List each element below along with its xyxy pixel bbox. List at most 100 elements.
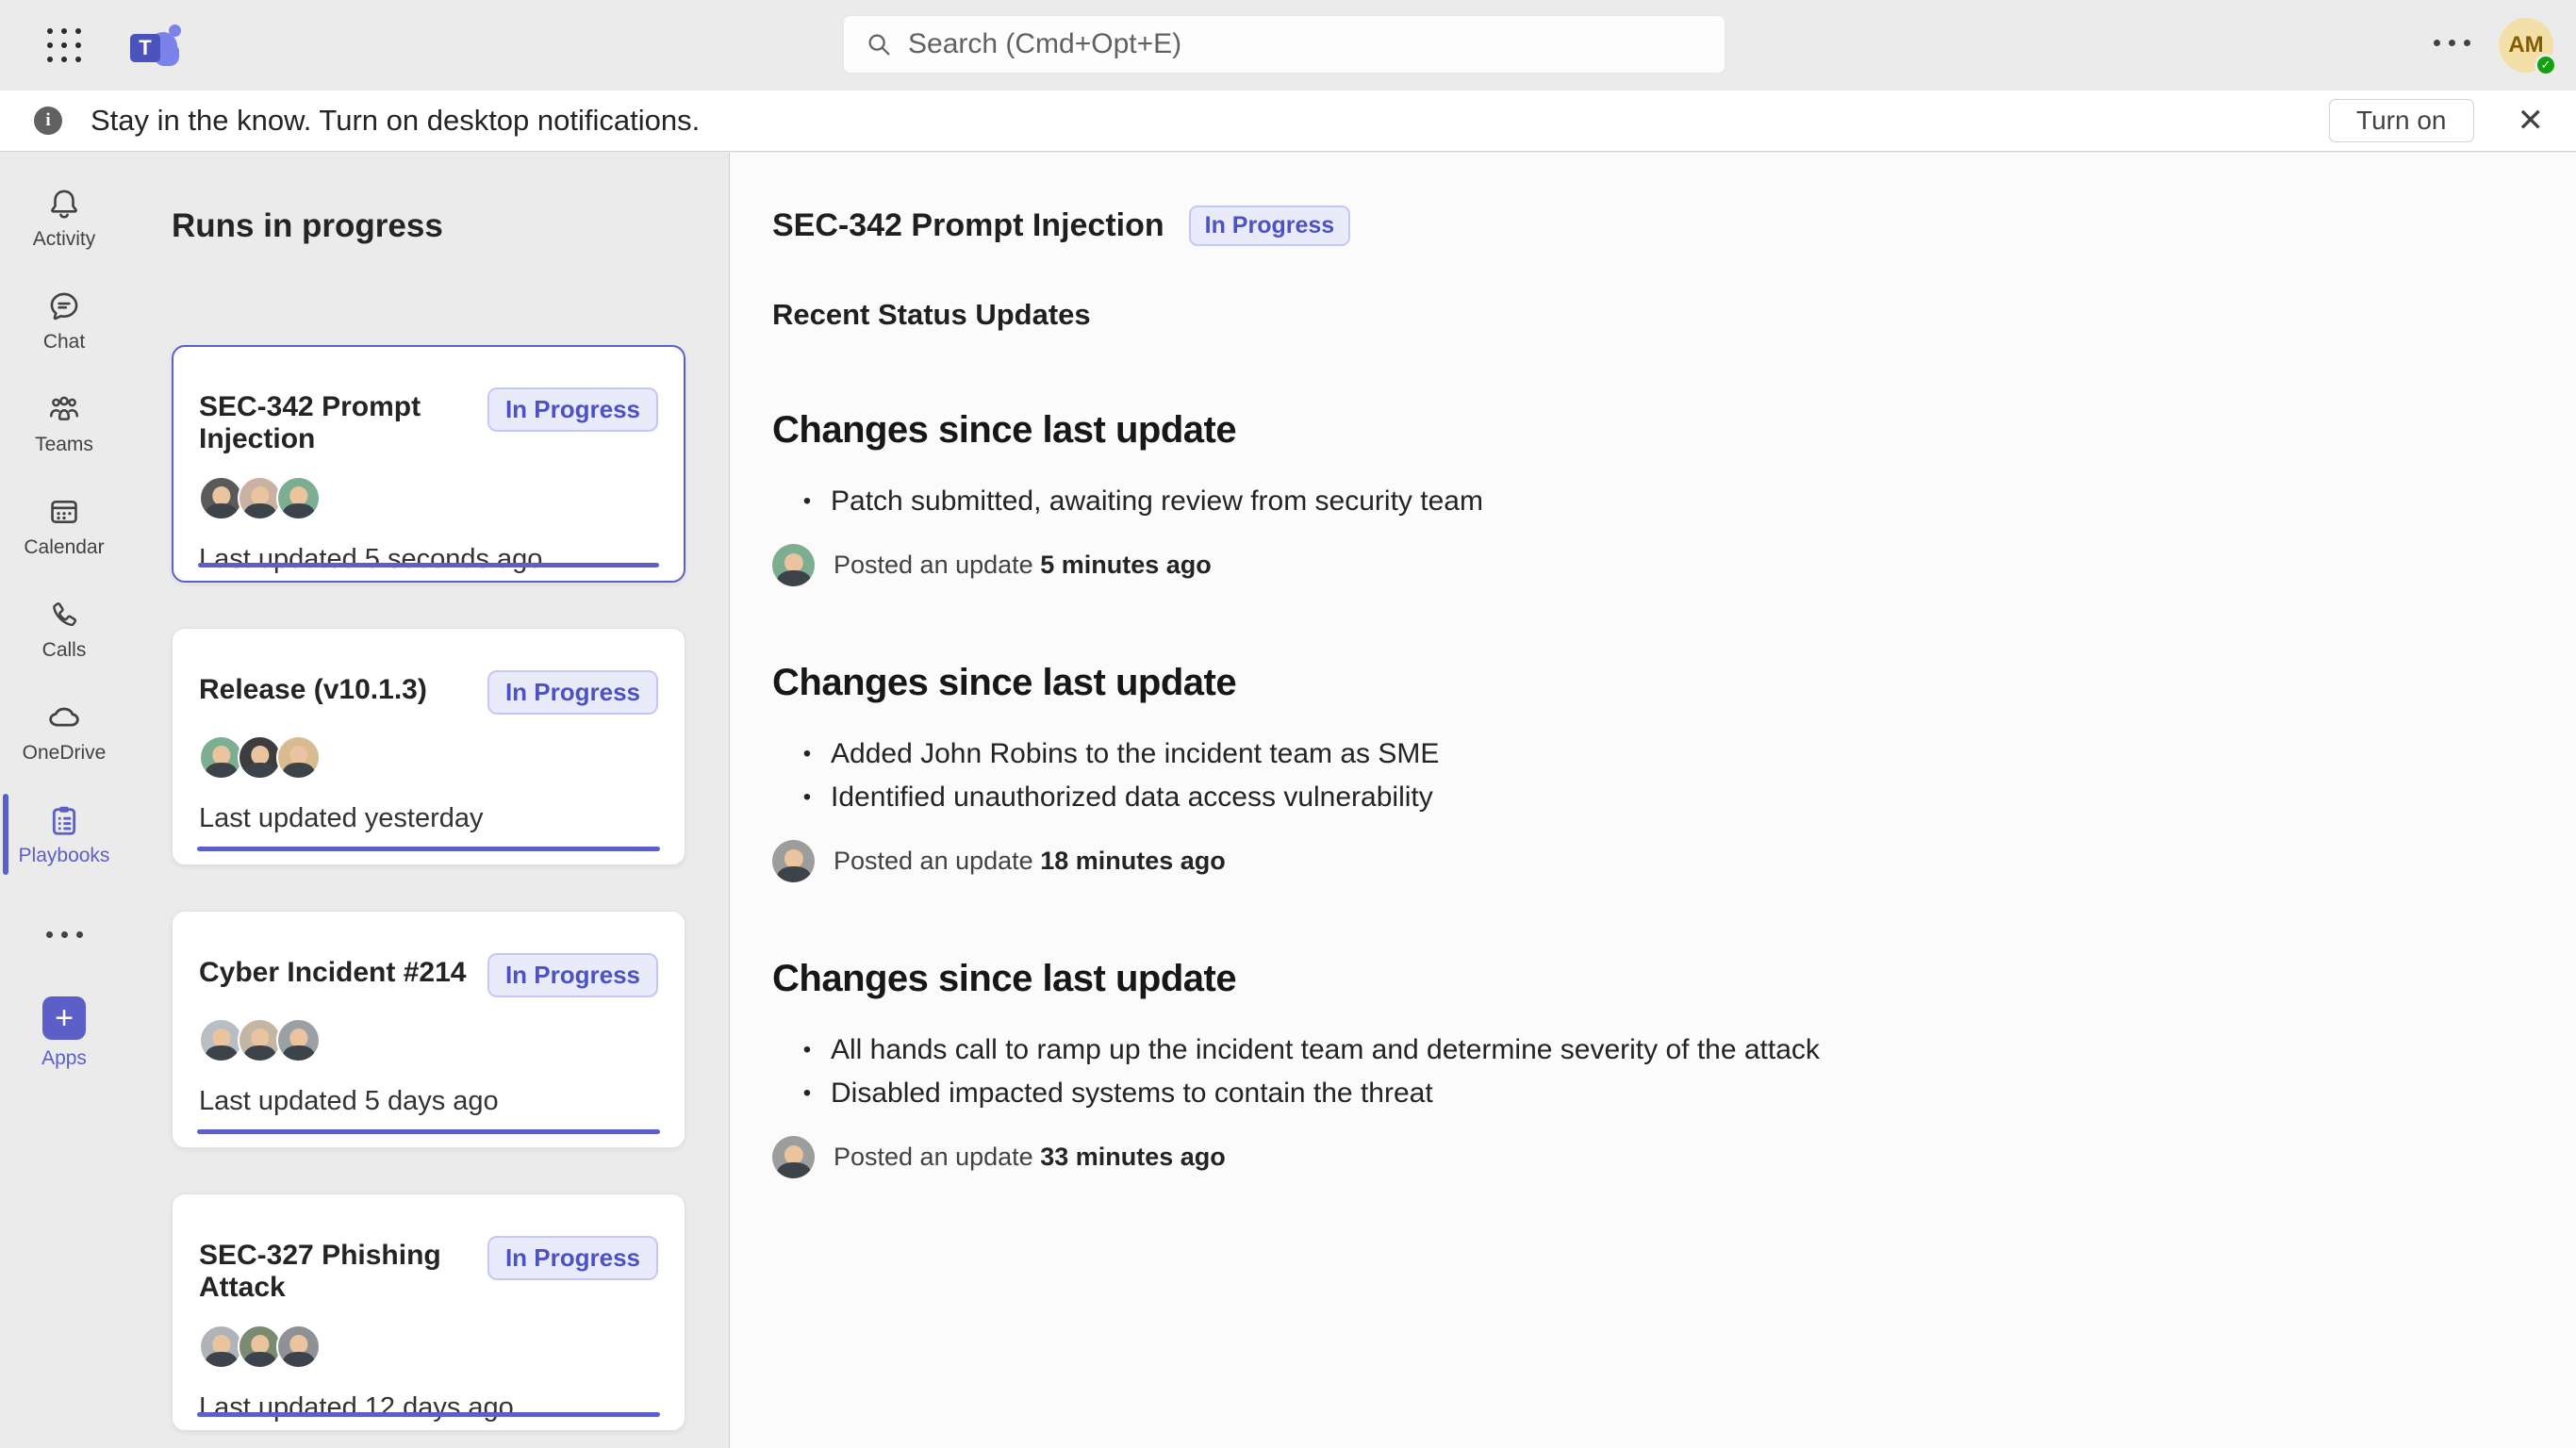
more-options-button[interactable] (2434, 40, 2470, 46)
sidebar-item-calendar[interactable]: Calendar (0, 474, 128, 577)
bullet-item: •All hands call to ramp up the incident … (772, 1028, 2519, 1072)
member-avatar (276, 1018, 321, 1062)
ellipsis-icon (2434, 40, 2470, 46)
run-header: SEC-342 Prompt Injection In Progress (772, 206, 2519, 246)
update-bullets: •Added John Robins to the incident team … (772, 732, 2519, 819)
status-badge: In Progress (487, 953, 658, 997)
update-bullets: •All hands call to ramp up the incident … (772, 1028, 2519, 1115)
bullet-text: All hands call to ramp up the incident t… (831, 1028, 1820, 1072)
card-top: Release (v10.1.3) In Progress (199, 670, 658, 715)
sidebar-item-apps[interactable]: + Apps (41, 996, 87, 1070)
card-avatars (199, 1325, 658, 1369)
member-avatar (199, 476, 243, 520)
apps-label: Apps (41, 1047, 87, 1070)
status-badge: In Progress (487, 387, 658, 432)
run-card[interactable]: Cyber Incident #214 In Progress Last upd… (172, 911, 685, 1148)
bullet-text: Patch submitted, awaiting review from se… (831, 480, 1483, 523)
last-updated-text: Last updated yesterday (199, 803, 658, 834)
teams-logo-icon: T (130, 23, 179, 68)
rail-items: Activity Chat Teams Calendar Calls OneDr… (0, 166, 128, 885)
waffle-menu-icon[interactable] (47, 28, 83, 64)
top-bar: T AM ✓ (0, 0, 2576, 90)
bullet-dot: • (793, 1072, 821, 1115)
progress-bar (197, 847, 660, 851)
posted-time: 33 minutes ago (1040, 1143, 1226, 1171)
status-update-list: Changes since last update •Patch submitt… (772, 409, 2519, 1178)
sidebar-item-onedrive[interactable]: OneDrive (0, 680, 128, 782)
run-title: SEC-342 Prompt Injection (772, 207, 1164, 244)
sidebar-item-playbooks[interactable]: Playbooks (0, 782, 128, 885)
run-detail-pane: SEC-342 Prompt Injection In Progress Rec… (730, 153, 2576, 1448)
progress-bar (197, 1412, 660, 1417)
bullet-item: •Patch submitted, awaiting review from s… (772, 480, 2519, 523)
sidebar-item-activity[interactable]: Activity (0, 166, 128, 269)
presence-available-icon: ✓ (2535, 54, 2557, 76)
status-update: Changes since last update •Patch submitt… (772, 409, 2519, 586)
rail-more-button[interactable] (46, 906, 83, 963)
card-avatars (199, 476, 658, 520)
posted-text: Posted an update 5 minutes ago (834, 551, 1212, 580)
card-avatars (199, 1018, 658, 1062)
cloud-icon (45, 699, 83, 736)
posted-prefix: Posted an update (834, 1143, 1040, 1171)
info-icon: i (34, 107, 62, 135)
card-top: Cyber Incident #214 In Progress (199, 953, 658, 997)
notification-banner: i Stay in the know. Turn on desktop noti… (0, 90, 2576, 152)
posted-row: Posted an update 5 minutes ago (772, 544, 2519, 586)
teams-app-window: T AM ✓ i Stay in the know. Turn on deskt… (0, 0, 2576, 1448)
status-badge: In Progress (1189, 206, 1351, 246)
section-title: Recent Status Updates (772, 298, 2519, 332)
member-avatar (276, 735, 321, 780)
turn-on-button[interactable]: Turn on (2329, 99, 2473, 142)
progress-bar (197, 1129, 660, 1134)
run-card[interactable]: Release (v10.1.3) In Progress Last updat… (172, 628, 685, 865)
bullet-dot: • (793, 776, 821, 819)
app-rail: Activity Chat Teams Calendar Calls OneDr… (0, 153, 128, 1448)
bullet-text: Added John Robins to the incident team a… (831, 732, 1439, 776)
status-badge: In Progress (487, 670, 658, 715)
profile-avatar[interactable]: AM ✓ (2499, 18, 2553, 73)
update-heading: Changes since last update (772, 662, 2519, 704)
chat-icon (45, 288, 83, 325)
run-card-list: SEC-342 Prompt Injection In Progress Las… (172, 345, 685, 1431)
member-avatar (276, 476, 321, 520)
phone-icon (45, 596, 83, 634)
sidebar-item-chat[interactable]: Chat (0, 269, 128, 371)
run-card[interactable]: SEC-327 Phishing Attack In Progress Last… (172, 1193, 685, 1431)
runs-panel: Runs in progress SEC-342 Prompt Injectio… (128, 153, 730, 1448)
member-avatar (238, 1325, 282, 1369)
sidebar-item-calls[interactable]: Calls (0, 577, 128, 680)
last-updated-text: Last updated 12 days ago (199, 1392, 658, 1423)
run-card-title: Cyber Incident #214 (199, 953, 466, 989)
run-card-title: Release (v10.1.3) (199, 670, 427, 706)
posted-time: 5 minutes ago (1040, 551, 1212, 579)
status-update: Changes since last update •Added John Ro… (772, 662, 2519, 882)
progress-bar (198, 563, 659, 568)
close-icon[interactable]: ✕ (2518, 105, 2545, 137)
sidebar-item-teams[interactable]: Teams (0, 371, 128, 474)
bullet-dot: • (793, 480, 821, 523)
search-box[interactable] (843, 15, 1726, 74)
member-avatar (238, 1018, 282, 1062)
run-card-title: SEC-327 Phishing Attack (199, 1236, 487, 1304)
poster-avatar (772, 840, 815, 882)
member-avatar (199, 1325, 243, 1369)
card-avatars (199, 735, 658, 780)
update-heading: Changes since last update (772, 958, 2519, 1000)
run-card[interactable]: SEC-342 Prompt Injection In Progress Las… (172, 345, 685, 583)
apps-plus-icon: + (42, 996, 86, 1040)
bullet-dot: • (793, 732, 821, 776)
ellipsis-icon (46, 931, 83, 938)
bullet-item: •Disabled impacted systems to contain th… (772, 1072, 2519, 1115)
bullet-item: •Identified unauthorized data access vul… (772, 776, 2519, 819)
last-updated-text: Last updated 5 days ago (199, 1086, 658, 1117)
bullet-text: Identified unauthorized data access vuln… (831, 776, 1433, 819)
bullet-dot: • (793, 1028, 821, 1072)
clipboard-icon (45, 801, 83, 839)
search-input[interactable] (908, 28, 1704, 60)
people-icon (45, 390, 83, 428)
update-heading: Changes since last update (772, 409, 2519, 452)
bullet-item: •Added John Robins to the incident team … (772, 732, 2519, 776)
member-avatar (238, 735, 282, 780)
run-card-title: SEC-342 Prompt Injection (199, 387, 487, 455)
